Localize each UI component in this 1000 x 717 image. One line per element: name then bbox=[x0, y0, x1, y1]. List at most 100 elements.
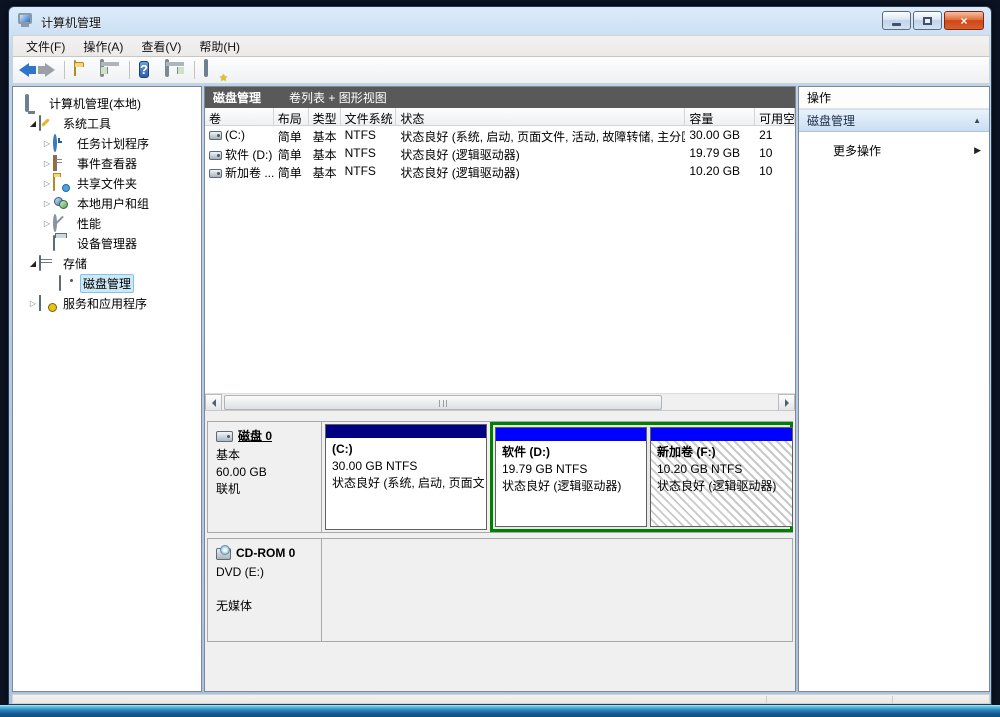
toolbar-separator bbox=[129, 61, 130, 79]
close-icon: × bbox=[960, 15, 967, 27]
collapse-section-icon[interactable]: ▲ bbox=[973, 116, 981, 125]
scroll-right-button[interactable] bbox=[778, 394, 795, 411]
forward-icon[interactable] bbox=[45, 63, 55, 77]
partition-d-size: 19.79 GB NTFS bbox=[502, 461, 640, 478]
column-free-space[interactable]: 可用空间 bbox=[755, 108, 795, 125]
horizontal-scrollbar[interactable] bbox=[205, 393, 795, 410]
collapsed-arrow-icon[interactable]: ▷ bbox=[41, 199, 53, 208]
tree-item-event-viewer[interactable]: ▷ 事件查看器 bbox=[13, 153, 201, 173]
tree-item-system-tools[interactable]: ◢ 系统工具 bbox=[13, 113, 201, 133]
volume-icon bbox=[209, 151, 222, 160]
scrollbar-grip bbox=[439, 400, 447, 407]
export-list-icon[interactable] bbox=[74, 60, 76, 76]
console-tree-panel: 计算机管理(本地) ◢ 系统工具 ▷ 任务计划程序 ▷ 事件查看器 ▷ 共享文件… bbox=[12, 86, 202, 692]
disk0-capacity: 60.00 GB bbox=[216, 464, 313, 481]
close-button[interactable]: × bbox=[944, 11, 984, 30]
menu-view[interactable]: 查看(V) bbox=[132, 36, 190, 57]
cdrom-name: CD-ROM 0 bbox=[236, 545, 295, 562]
volume-list-header: 卷 布局 类型 文件系统 状态 容量 可用空间 bbox=[205, 108, 795, 126]
volume-list: 卷 布局 类型 文件系统 状态 容量 可用空间 (C:) 简单 基本 NTFS … bbox=[205, 108, 795, 393]
performance-icon bbox=[53, 214, 57, 232]
services-applications-icon bbox=[39, 295, 41, 311]
expanded-arrow-icon[interactable]: ◢ bbox=[27, 259, 39, 268]
console-properties-icon[interactable] bbox=[204, 59, 208, 77]
event-viewer-icon bbox=[53, 155, 57, 171]
disk-management-icon bbox=[59, 275, 61, 291]
show-hide-action-pane-icon[interactable] bbox=[165, 59, 169, 77]
partition-f-selected[interactable]: 新加卷 (F:) 10.20 GB NTFS 状态良好 (逻辑驱动器) bbox=[650, 427, 793, 527]
tree-item-local-users-groups[interactable]: ▷ 本地用户和组 bbox=[13, 193, 201, 213]
tree-item-device-manager[interactable]: 设备管理器 bbox=[13, 233, 201, 253]
collapsed-arrow-icon[interactable]: ▷ bbox=[27, 299, 39, 308]
volume-row-d[interactable]: 软件 (D:) 简单 基本 NTFS 状态良好 (逻辑驱动器) 19.79 GB… bbox=[205, 144, 795, 162]
volume-row-f[interactable]: 新加卷 ... 简单 基本 NTFS 状态良好 (逻辑驱动器) 10.20 GB… bbox=[205, 162, 795, 180]
partition-d-status: 状态良好 (逻辑驱动器) bbox=[502, 478, 640, 495]
disk0-name: 磁盘 0 bbox=[238, 428, 272, 445]
computer-icon bbox=[25, 94, 29, 112]
scroll-left-button[interactable] bbox=[205, 394, 222, 411]
partition-f-name: 新加卷 (F:) bbox=[657, 444, 786, 461]
extended-partition-frame: 软件 (D:) 19.79 GB NTFS 状态良好 (逻辑驱动器) 新加卷 (… bbox=[490, 422, 793, 532]
action-section-disk-management[interactable]: 磁盘管理 ▲ bbox=[799, 109, 989, 132]
panel-subtitle: 卷列表 + 图形视图 bbox=[289, 89, 387, 106]
cd-rom-icon bbox=[216, 548, 231, 560]
tree-item-task-scheduler[interactable]: ▷ 任务计划程序 bbox=[13, 133, 201, 153]
graphical-view: 磁盘 0 基本 60.00 GB 联机 (C:) 30.00 GB NTFS 状… bbox=[205, 410, 795, 660]
collapsed-arrow-icon[interactable]: ▷ bbox=[41, 139, 53, 148]
minimize-button[interactable] bbox=[882, 11, 911, 30]
tree-item-storage[interactable]: ◢ 存储 bbox=[13, 253, 201, 273]
tree-item-performance[interactable]: ▷ 性能 bbox=[13, 213, 201, 233]
status-bar bbox=[12, 694, 990, 704]
column-type[interactable]: 类型 bbox=[309, 108, 341, 125]
tree-item-shared-folders[interactable]: ▷ 共享文件夹 bbox=[13, 173, 201, 193]
collapsed-arrow-icon[interactable]: ▷ bbox=[41, 219, 53, 228]
tree-item-services-applications[interactable]: ▷ 服务和应用程序 bbox=[13, 293, 201, 313]
action-pane-title: 操作 bbox=[799, 87, 989, 109]
help-icon[interactable]: ? bbox=[139, 61, 149, 78]
tree-item-disk-management[interactable]: 磁盘管理 bbox=[13, 273, 201, 293]
toolbar-separator bbox=[64, 61, 65, 79]
partition-c-status: 状态良好 (系统, 启动, 页面文 bbox=[332, 475, 480, 492]
column-volume[interactable]: 卷 bbox=[205, 108, 274, 125]
scroll-left-icon bbox=[212, 399, 216, 407]
disk-management-main-panel: 磁盘管理 卷列表 + 图形视图 卷 布局 类型 文件系统 状态 容量 可用空间 … bbox=[204, 86, 796, 692]
disk0-type: 基本 bbox=[216, 447, 313, 464]
cdrom-label[interactable]: CD-ROM 0 DVD (E:) 无媒体 bbox=[208, 539, 322, 641]
logical-drive-bar bbox=[651, 428, 792, 441]
menu-bar: 文件(F) 操作(A) 查看(V) 帮助(H) bbox=[12, 35, 990, 57]
scrollbar-thumb[interactable] bbox=[224, 395, 662, 410]
taskbar-edge bbox=[0, 705, 1000, 717]
collapsed-arrow-icon[interactable]: ▷ bbox=[41, 179, 53, 188]
maximize-icon bbox=[923, 17, 932, 25]
tree-item-computer-management[interactable]: 计算机管理(本地) bbox=[13, 93, 201, 113]
back-icon[interactable] bbox=[19, 63, 29, 77]
toolbar-separator bbox=[194, 61, 195, 79]
window-title: 计算机管理 bbox=[41, 14, 101, 31]
panel-header: 磁盘管理 卷列表 + 图形视图 bbox=[205, 87, 795, 108]
more-actions-item[interactable]: 更多操作 ▶ bbox=[799, 138, 989, 162]
cdrom-media: DVD (E:) bbox=[216, 564, 313, 581]
column-layout[interactable]: 布局 bbox=[274, 108, 309, 125]
show-hide-console-tree-icon[interactable] bbox=[100, 59, 104, 77]
collapsed-arrow-icon[interactable]: ▷ bbox=[41, 159, 53, 168]
disk0-label[interactable]: 磁盘 0 基本 60.00 GB 联机 bbox=[208, 422, 322, 532]
title-bar[interactable]: 计算机管理 × bbox=[9, 7, 991, 35]
computer-management-window: 计算机管理 × 文件(F) 操作(A) 查看(V) 帮助(H) ? 计算机管理(… bbox=[8, 6, 992, 705]
partition-c[interactable]: (C:) 30.00 GB NTFS 状态良好 (系统, 启动, 页面文 bbox=[325, 424, 487, 530]
menu-help[interactable]: 帮助(H) bbox=[190, 36, 249, 57]
expanded-arrow-icon[interactable]: ◢ bbox=[27, 119, 39, 128]
maximize-button[interactable] bbox=[913, 11, 942, 30]
action-pane: 操作 磁盘管理 ▲ 更多操作 ▶ bbox=[798, 86, 990, 692]
shared-folders-icon bbox=[53, 175, 55, 191]
column-capacity[interactable]: 容量 bbox=[685, 108, 755, 125]
column-filesystem[interactable]: 文件系统 bbox=[341, 108, 397, 125]
volume-row-c[interactable]: (C:) 简单 基本 NTFS 状态良好 (系统, 启动, 页面文件, 活动, … bbox=[205, 126, 795, 144]
menu-file[interactable]: 文件(F) bbox=[17, 36, 74, 57]
task-scheduler-icon bbox=[53, 134, 57, 152]
menu-action[interactable]: 操作(A) bbox=[74, 36, 132, 57]
column-status[interactable]: 状态 bbox=[396, 108, 685, 125]
app-icon bbox=[18, 13, 35, 28]
hard-disk-icon bbox=[216, 431, 233, 442]
system-tools-icon bbox=[39, 115, 41, 131]
partition-d[interactable]: 软件 (D:) 19.79 GB NTFS 状态良好 (逻辑驱动器) bbox=[495, 427, 647, 527]
